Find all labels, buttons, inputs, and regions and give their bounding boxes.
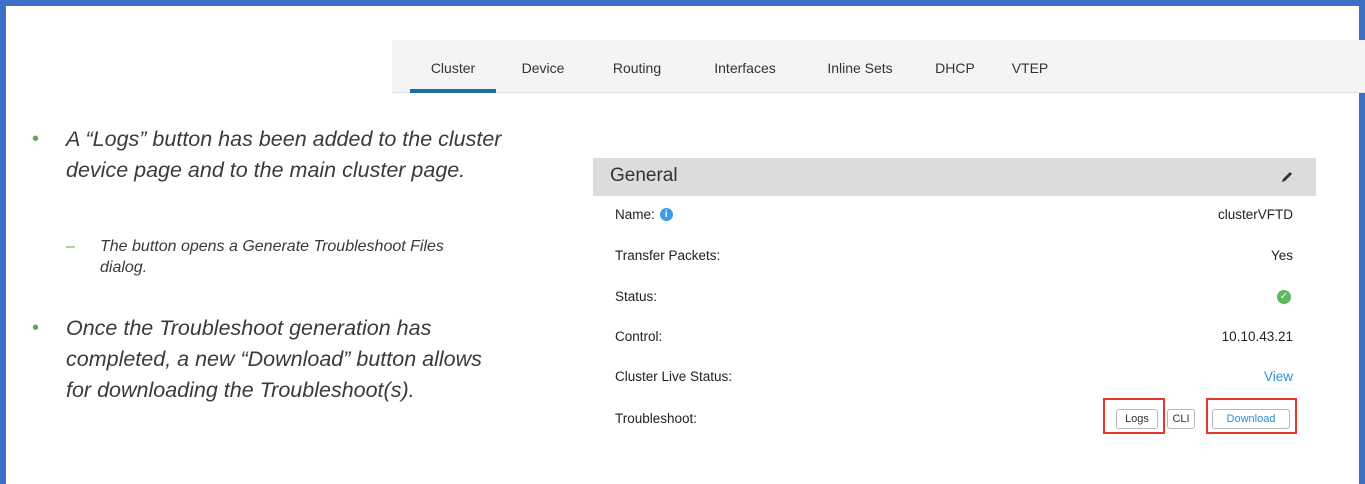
- transfer-label: Transfer Packets:: [615, 248, 721, 263]
- row-control: Control: 10.10.43.21: [615, 326, 1293, 348]
- status-label: Status:: [615, 289, 658, 304]
- name-label: Name:: [615, 207, 655, 222]
- control-value: 10.10.43.21: [1221, 329, 1293, 344]
- row-cluster-live-status: Cluster Live Status: View: [615, 366, 1293, 388]
- note-text: Once the Troubleshoot generation has com…: [66, 316, 482, 402]
- row-name: Name: i clusterVFTD: [615, 204, 1293, 226]
- transfer-value: Yes: [1270, 248, 1293, 263]
- tab-device[interactable]: Device: [510, 40, 576, 92]
- control-label: Control:: [615, 329, 663, 344]
- info-icon[interactable]: i: [659, 208, 673, 221]
- view-link[interactable]: View: [1264, 369, 1293, 384]
- bullet-dot-icon: •: [32, 128, 40, 150]
- tab-dhcp[interactable]: DHCP: [926, 40, 984, 92]
- note-sub-text: The button opens a Generate Troubleshoot…: [100, 238, 444, 276]
- note-sub-bullet: – The button opens a Generate Troublesho…: [66, 236, 480, 278]
- cli-button[interactable]: CLI: [1167, 409, 1195, 429]
- bullet-dot-icon: •: [32, 317, 40, 339]
- tab-cluster[interactable]: Cluster: [410, 40, 496, 93]
- tab-bar: Cluster Device Routing Interfaces Inline…: [392, 40, 1365, 93]
- name-value: clusterVFTD: [1217, 207, 1293, 222]
- general-panel: General Name: i clusterVFTD Transfer Pack…: [593, 158, 1316, 429]
- logs-highlight-box: [1103, 398, 1165, 434]
- note-text: A “Logs” button has been added to the cl…: [66, 127, 502, 182]
- note-bullet: • Once the Troubleshoot generation has c…: [32, 313, 506, 406]
- row-status: Status: ✓: [615, 286, 1293, 308]
- tab-inline-sets[interactable]: Inline Sets: [812, 40, 908, 92]
- live-status-label: Cluster Live Status:: [615, 369, 733, 384]
- status-ok-icon: ✓: [1277, 290, 1291, 304]
- slide-frame: Cluster Device Routing Interfaces Inline…: [0, 0, 1365, 484]
- tab-vtep[interactable]: VTEP: [1002, 40, 1058, 92]
- row-transfer-packets: Transfer Packets: Yes: [615, 245, 1293, 267]
- bullet-dash-icon: –: [66, 238, 75, 255]
- troubleshoot-label: Troubleshoot:: [615, 411, 698, 426]
- note-bullet: • A “Logs” button has been added to the …: [32, 124, 506, 186]
- tab-routing[interactable]: Routing: [602, 40, 672, 92]
- tab-interfaces[interactable]: Interfaces: [700, 40, 790, 92]
- download-highlight-box: [1206, 398, 1297, 434]
- pencil-icon[interactable]: [1280, 170, 1294, 184]
- panel-title: General: [610, 165, 678, 186]
- row-troubleshoot: Troubleshoot: Logs CLI Download: [615, 408, 1293, 430]
- panel-header: General: [593, 158, 1316, 196]
